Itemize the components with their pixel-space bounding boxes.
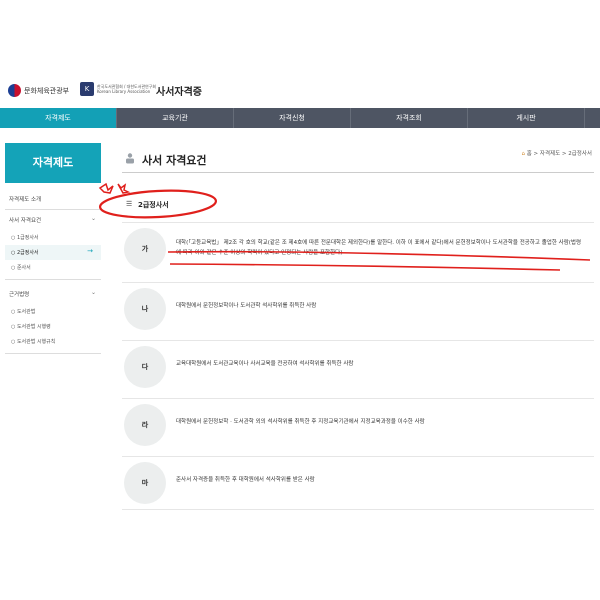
annotation-underline <box>167 250 591 261</box>
annotation-overlay <box>98 182 591 271</box>
annotation-circle <box>98 189 218 219</box>
annotation-star-mark <box>98 182 131 194</box>
annotation-underline <box>169 263 561 271</box>
